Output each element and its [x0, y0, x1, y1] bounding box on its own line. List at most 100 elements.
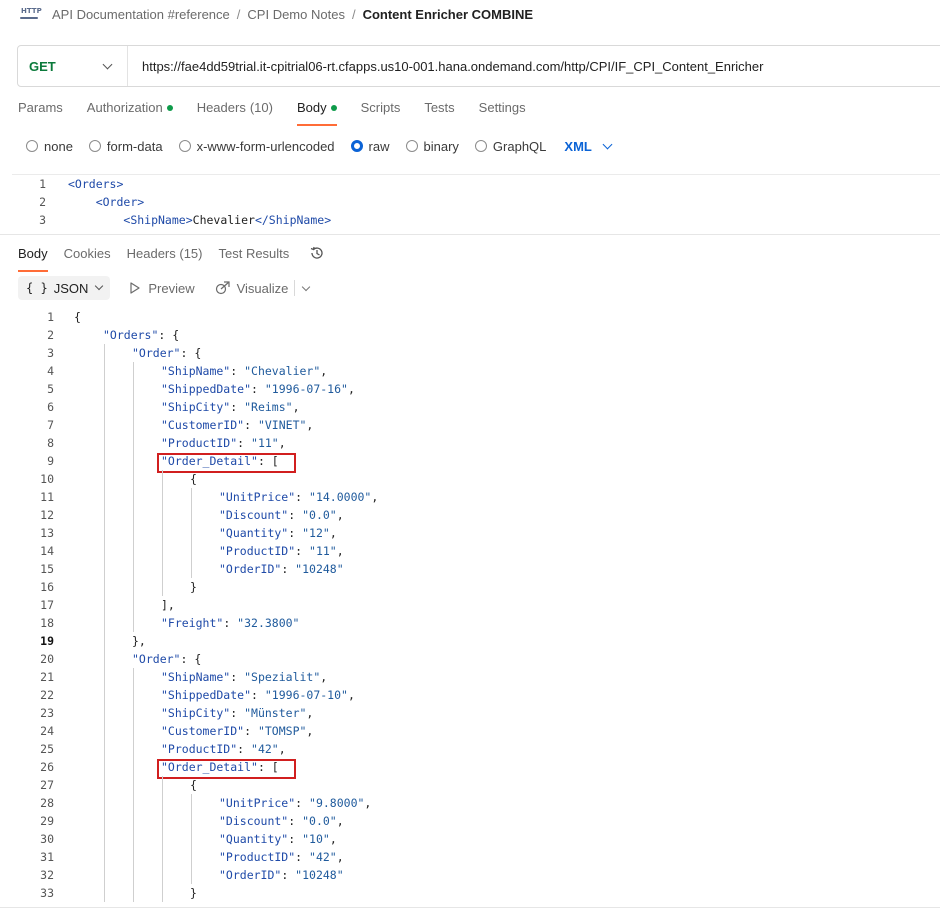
indent-guide [104, 686, 105, 704]
json-value: "10248" [295, 562, 344, 576]
indent-guide [133, 776, 134, 794]
code-content: "UnitPrice": "14.0000", [54, 488, 378, 506]
line-number: 23 [40, 706, 54, 720]
indent-guide [133, 452, 134, 470]
radio-button-icon[interactable] [350, 140, 363, 152]
line-number: 16 [40, 580, 54, 594]
json-value: "1996-07-10" [264, 688, 348, 702]
response-tab-test-results[interactable]: Test Results [218, 246, 289, 261]
radio-none[interactable]: none [26, 139, 73, 154]
radio-button-icon[interactable] [405, 140, 418, 152]
radio-button-icon[interactable] [178, 140, 191, 152]
json-key: "ShipName" [161, 364, 231, 378]
radio-x-www-form-urlencoded[interactable]: x-www-form-urlencoded [178, 138, 335, 154]
indent-guide [133, 434, 134, 452]
json-punctuation: { [74, 310, 81, 324]
code-line: 18 "Freight": "32.3800" [12, 614, 940, 632]
preview-label: Preview [148, 280, 195, 296]
indent-guide [162, 794, 163, 812]
tab-authorization[interactable]: Authorization [87, 100, 173, 126]
status-bar-divider [0, 907, 940, 908]
tab-body[interactable]: Body [296, 100, 337, 126]
status-dot-icon [330, 105, 337, 111]
code-content: "ProductID": "11", [54, 434, 286, 452]
indent-guide [162, 884, 163, 902]
code-content: { [54, 308, 81, 326]
indent-guide [162, 776, 163, 794]
history-icon[interactable] [309, 245, 325, 261]
response-tab-headers-15[interactable]: Headers (15) [127, 246, 203, 261]
json-punctuation: , [336, 850, 344, 864]
indent-guide [133, 758, 134, 776]
json-value: "42" [309, 850, 337, 864]
preview-button[interactable]: Preview [130, 280, 195, 296]
code-line: 28 "UnitPrice": "9.8000", [12, 794, 940, 812]
json-punctuation: , [336, 544, 344, 558]
tab-label: Cookies [63, 245, 111, 261]
radio-label: x-www-form-urlencoded [196, 138, 335, 154]
tab-label: Test Results [218, 245, 290, 261]
code-line: 19}, [12, 632, 940, 650]
chevron-down-icon[interactable] [302, 282, 311, 291]
request-body-editor[interactable]: 1 <Orders> 2 <Order> 3 <ShipName>Chevalier<… [12, 174, 940, 230]
json-colon: : [251, 688, 265, 702]
code-line: 14 "ProductID": "11", [12, 542, 940, 560]
json-punctuation: , [306, 706, 314, 720]
json-value: "TOMSP" [257, 724, 307, 738]
response-tab-cookies[interactable]: Cookies [64, 246, 111, 261]
indent-guide [104, 416, 105, 434]
indent-guide [162, 848, 163, 866]
code-content: "OrderID": "10248" [54, 560, 344, 578]
indent-guide [104, 362, 105, 380]
json-punctuation: { [190, 472, 197, 486]
radio-graphql[interactable]: GraphQL [474, 139, 546, 154]
response-body-viewer[interactable]: 1{2 "Orders": {3 "Order": {4 "ShipName": "C… [12, 308, 940, 904]
indent-guide [133, 506, 134, 524]
json-value: "9.8000" [309, 796, 365, 810]
url-input[interactable]: https://fae4dd59trial.it-cpitrial06-rt.c… [128, 59, 763, 74]
json-value: "32.3800" [237, 616, 300, 630]
tab-headers[interactable]: Headers (10) [197, 100, 273, 126]
code-content: "Quantity": "12", [54, 524, 337, 542]
radio-button-icon[interactable] [88, 140, 101, 152]
breadcrumb-item-folder[interactable]: CPI Demo Notes [247, 7, 345, 22]
tab-scripts[interactable]: Scripts [361, 100, 401, 126]
radio-raw[interactable]: raw [350, 139, 390, 154]
json-key: "Order" [132, 652, 181, 666]
format-select[interactable]: { } JSON [18, 276, 111, 300]
indent-guide [104, 794, 105, 812]
tab-settings[interactable]: Settings [479, 100, 526, 126]
json-colon: : [288, 526, 303, 540]
line-number: 14 [40, 544, 54, 558]
method-select[interactable]: GET [18, 46, 128, 86]
line-number: 20 [40, 652, 54, 666]
code-line: 25 "ProductID": "42", [12, 740, 940, 758]
xml-tag: </ShipName> [254, 213, 332, 227]
response-tab-body[interactable]: Body [18, 246, 48, 272]
radio-form-data[interactable]: form-data [88, 139, 163, 154]
language-select[interactable]: XML [564, 139, 613, 154]
json-key: "Order" [132, 346, 181, 360]
tab-params[interactable]: Params [18, 100, 63, 126]
request-name[interactable]: Content Enricher COMBINE [363, 7, 533, 22]
json-value: "Spezialit" [244, 670, 321, 684]
code-line: 2 <Order> [12, 193, 940, 211]
radio-button-icon[interactable] [26, 140, 38, 152]
tab-tests[interactable]: Tests [424, 100, 454, 126]
visualize-button[interactable]: Visualize [215, 280, 311, 296]
json-key: "Freight" [161, 616, 224, 630]
breadcrumb-item-collection[interactable]: API Documentation #reference [52, 7, 230, 22]
xml-tag: <Orders> [68, 177, 124, 191]
radio-binary[interactable]: binary [405, 139, 459, 154]
json-key: "ShippedDate" [161, 382, 252, 396]
code-line: 2 "Orders": { [12, 326, 940, 344]
json-punctuation: } [190, 886, 197, 900]
json-colon: : [295, 544, 310, 558]
json-colon: : [244, 418, 258, 432]
json-punctuation: , [306, 724, 314, 738]
tab-label: Body [296, 100, 327, 115]
json-value: "0.0" [302, 508, 337, 522]
json-punctuation: : { [180, 652, 202, 666]
radio-button-icon[interactable] [474, 140, 487, 152]
pane-divider[interactable] [0, 234, 940, 235]
